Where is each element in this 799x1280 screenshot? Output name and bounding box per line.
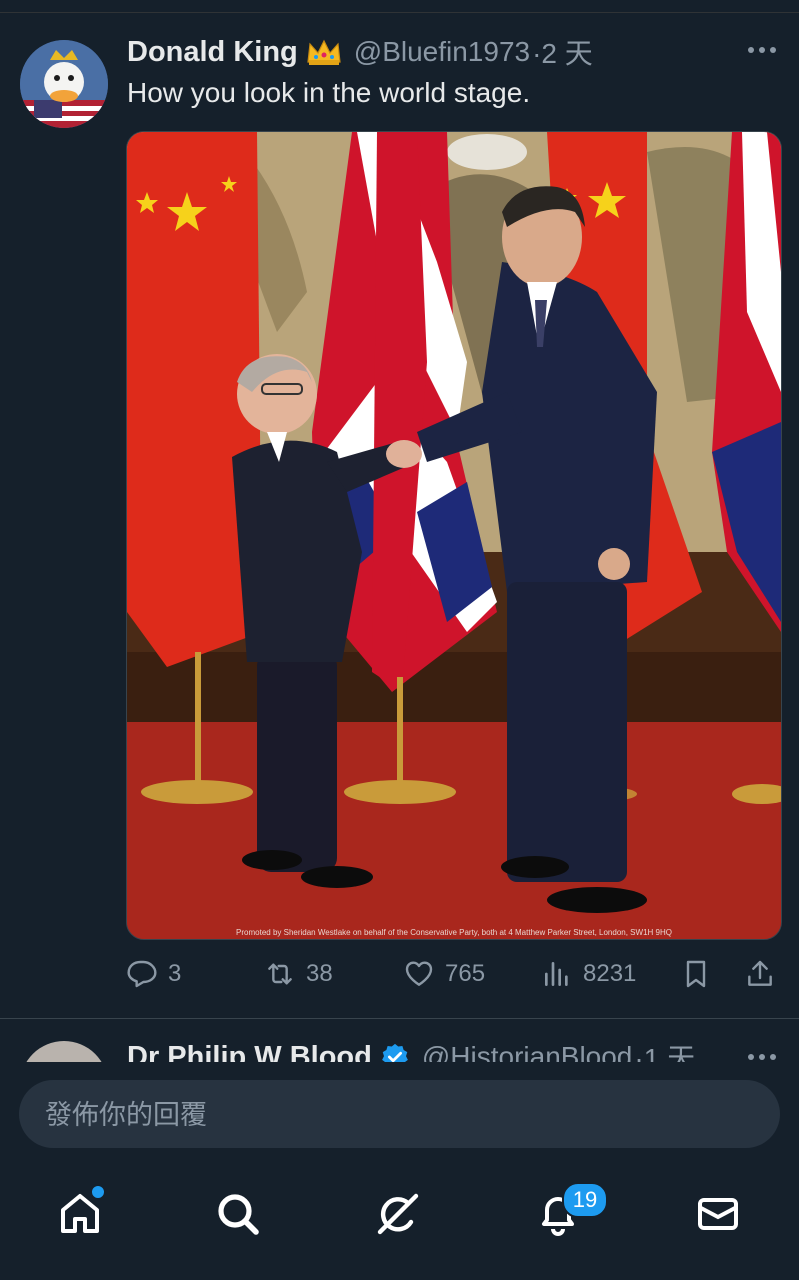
share-icon	[748, 960, 772, 986]
retweet-count: 38	[306, 960, 333, 987]
like-button[interactable]: 765	[403, 952, 485, 996]
retweet-button[interactable]: 38	[264, 952, 333, 996]
search-icon	[218, 1194, 259, 1235]
reply-button[interactable]: 3	[126, 952, 181, 996]
tweet-media-photo[interactable]: Promoted by Sheridan Westlake on behalf …	[126, 131, 782, 940]
nav-search[interactable]	[214, 1190, 262, 1238]
retweet-icon	[268, 963, 292, 985]
tweet-text: How you look in the world stage.	[127, 77, 531, 108]
author-name[interactable]: Dr Philip W Blood	[127, 1041, 372, 1063]
tweet-time[interactable]: ·2 天	[532, 32, 593, 72]
author-handle[interactable]: @HistorianBlood	[422, 1041, 633, 1062]
avatar-duck-image	[20, 40, 108, 128]
tweet-header: Dr Philip W Blood @HistorianBlood ·1 天	[127, 1037, 695, 1062]
views-chart-icon	[545, 962, 568, 986]
next-tweet[interactable]: Dr Philip W Blood @HistorianBlood ·1 天	[0, 1019, 799, 1062]
nav-grok[interactable]	[374, 1190, 422, 1238]
bottom-navigation: 19	[0, 1162, 799, 1280]
like-count: 765	[445, 960, 486, 987]
reply-icon	[127, 960, 157, 988]
photo-handshake-image	[127, 132, 781, 939]
more-options-icon[interactable]	[745, 1047, 779, 1062]
share-button[interactable]	[744, 952, 776, 996]
crown-icon	[307, 39, 341, 65]
view-count: 8231	[583, 960, 637, 987]
more-options-icon[interactable]	[745, 40, 779, 60]
author-name[interactable]: Donald King	[127, 36, 298, 69]
heart-icon	[405, 961, 433, 986]
author-handle[interactable]: @Bluefin1973	[354, 36, 530, 68]
reply-count: 3	[168, 960, 182, 987]
avatar[interactable]	[20, 40, 108, 128]
verified-badge-icon	[381, 1043, 408, 1062]
reply-box[interactable]	[19, 1080, 780, 1150]
tweet-header: Donald King @Bluefin1973 ·2 天	[127, 34, 593, 70]
tweet-time[interactable]: ·1 天	[634, 1037, 695, 1062]
home-new-dot	[90, 1184, 106, 1200]
nav-messages[interactable]	[694, 1190, 742, 1238]
media-caption: Promoted by Sheridan Westlake on behalf …	[236, 928, 672, 937]
avatar[interactable]	[20, 1041, 108, 1062]
views-button[interactable]: 8231	[541, 952, 636, 996]
bookmark-button[interactable]	[680, 952, 712, 996]
reply-input[interactable]	[43, 1080, 747, 1150]
top-divider	[0, 12, 799, 13]
grok-icon	[377, 1193, 419, 1235]
bookmark-icon	[686, 960, 706, 988]
envelope-icon	[698, 1198, 738, 1230]
tweet-actions: 3 38 765 8231	[126, 952, 786, 996]
notification-badge: 19	[562, 1182, 608, 1218]
